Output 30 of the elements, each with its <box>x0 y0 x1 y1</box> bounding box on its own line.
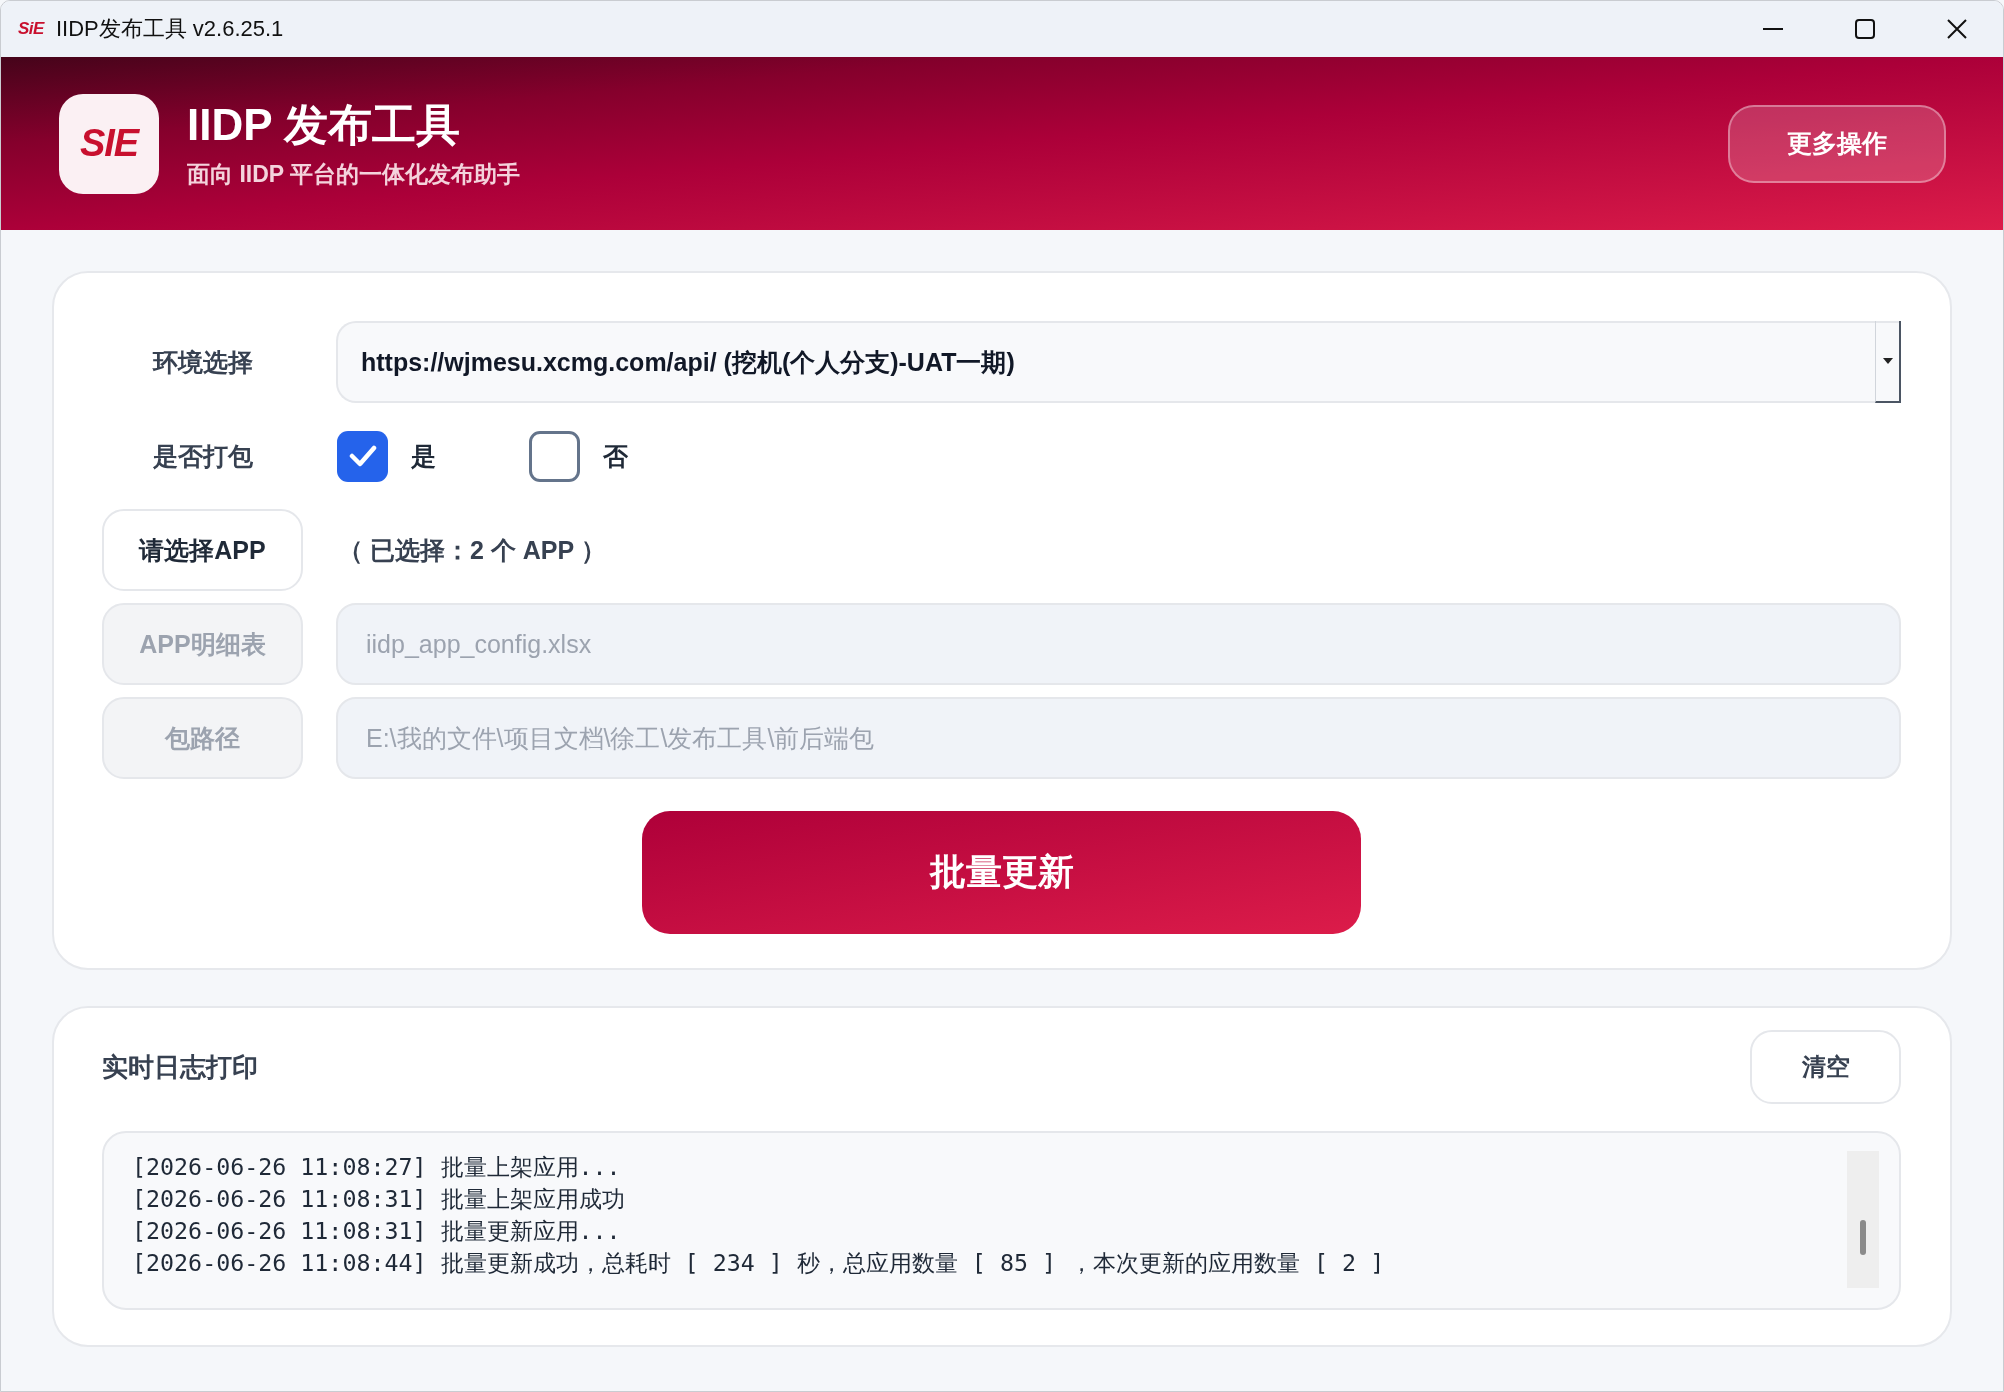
scrollbar-thumb[interactable] <box>1860 1220 1866 1255</box>
maximize-icon <box>1855 19 1875 39</box>
app-title: IIDP 发布工具 <box>187 99 461 150</box>
close-icon <box>1947 19 1967 39</box>
field-label: 环境选择 <box>152 346 253 378</box>
log-line: [2026-06-26 11:08:31] 批量更新应用... <box>132 1216 621 1246</box>
window-logo: SiE <box>18 19 44 39</box>
checkbox-label: 否 <box>603 440 628 472</box>
selection-summary: （ 已选择：2 个 APP ） <box>338 534 606 566</box>
log-title: 实时日志打印 <box>102 1050 258 1084</box>
scrollbar[interactable] <box>1847 1151 1879 1288</box>
dropdown-button[interactable] <box>1875 321 1901 403</box>
minimize-icon <box>1763 28 1783 30</box>
select-app-button[interactable]: 请选择APP <box>102 509 303 591</box>
caret-icon <box>1882 358 1893 364</box>
window-title: IIDP发布工具 v2.6.25.1 <box>55 15 284 43</box>
more-actions-button[interactable]: 更多操作 <box>1728 104 1946 183</box>
checkbox-label: 是 <box>411 440 436 472</box>
field-label: 是否打包 <box>152 440 253 472</box>
clear-button[interactable]: 清空 <box>1750 1030 1901 1104</box>
environment-dropdown[interactable]: https://wjmesu.xcmg.com/api/ (挖机(个人分支)-UAT一期) <box>336 321 1901 403</box>
app-logo: SIE <box>59 93 159 194</box>
app-subtitle: 面向 IIDP 平台的一体化发布助手 <box>187 159 521 188</box>
log-line: [2026-06-26 11:08:31] 批量上架应用成功 <box>132 1184 625 1214</box>
checkbox[interactable] <box>529 430 580 482</box>
log-line: [2026-06-26 11:08:44] 批量更新成功，总耗时 [ 234 ] 秒，总应用数量 [ 85 ] ，本次更新的应用数量 [ 2 ] <box>132 1248 1385 1278</box>
checkmark-icon <box>348 445 377 467</box>
checkbox[interactable] <box>337 430 388 482</box>
batch-update-button[interactable]: 批量更新 <box>642 811 1361 934</box>
log-line: [2026-06-26 11:08:27] 批量上架应用... <box>132 1152 621 1182</box>
